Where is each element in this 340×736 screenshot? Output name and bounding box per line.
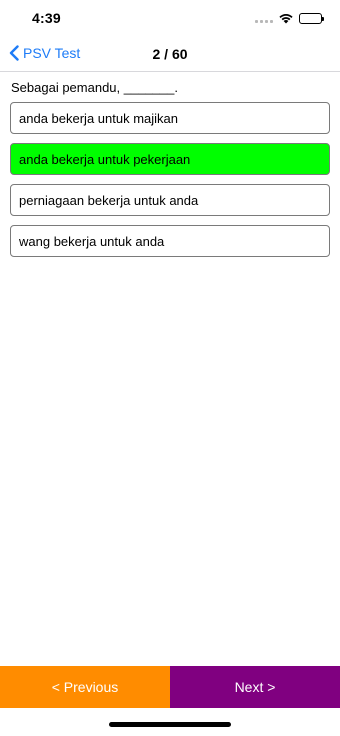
quiz-screen: 4:39 PSV Test 2 / 60 Sebagai pemandu, __…	[0, 0, 340, 736]
next-button[interactable]: Next >	[170, 666, 340, 708]
question-counter: 2 / 60	[152, 46, 188, 62]
previous-button[interactable]: < Previous	[0, 666, 170, 708]
wifi-icon	[279, 14, 293, 24]
answer-option-correct[interactable]: anda bekerja untuk pekerjaan	[10, 143, 330, 175]
battery-icon	[299, 12, 324, 24]
home-indicator	[109, 722, 231, 727]
navigation-bar: PSV Test 2 / 60	[0, 38, 340, 72]
question-text: Sebagai pemandu, _______.	[11, 80, 178, 95]
status-icons	[255, 12, 324, 24]
status-bar: 4:39	[0, 0, 340, 38]
answer-option[interactable]: wang bekerja untuk anda	[10, 225, 330, 257]
cellular-signal-icon	[255, 13, 273, 23]
answer-list: anda bekerja untuk majikan anda bekerja …	[10, 102, 330, 266]
bottom-navigation: < Previous Next >	[0, 666, 340, 708]
answer-option[interactable]: perniagaan bekerja untuk anda	[10, 184, 330, 216]
answer-option[interactable]: anda bekerja untuk majikan	[10, 102, 330, 134]
status-time: 4:39	[32, 10, 61, 26]
